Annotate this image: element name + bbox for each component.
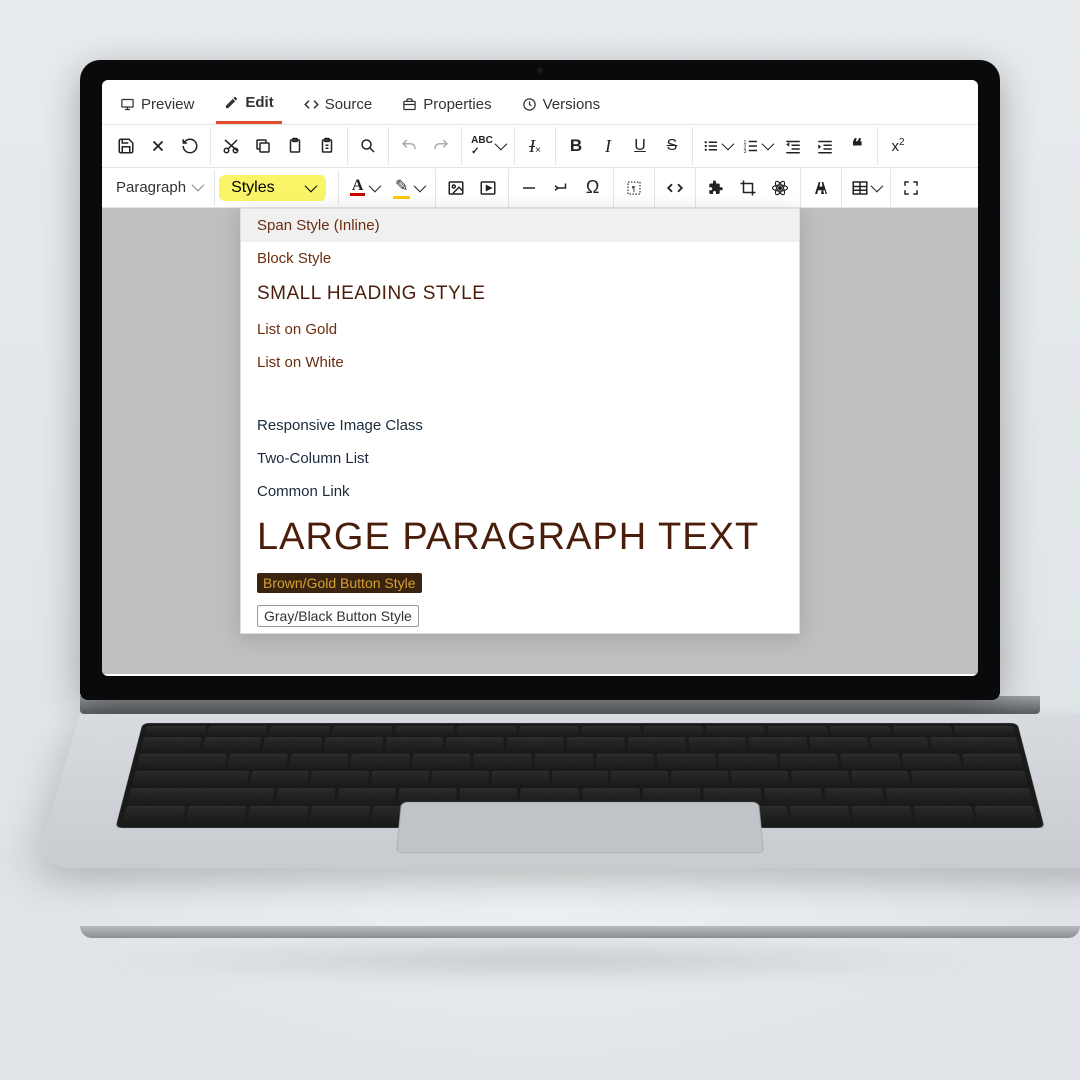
- paste-button[interactable]: [279, 130, 311, 162]
- style-option-brown-gold-button[interactable]: Brown/Gold Button Style: [241, 567, 799, 600]
- undo-button[interactable]: [393, 130, 425, 162]
- tab-label: Properties: [423, 96, 491, 113]
- indent-button[interactable]: [809, 130, 841, 162]
- find-button[interactable]: [352, 130, 384, 162]
- copy-button[interactable]: [247, 130, 279, 162]
- style-option-gray-black-button[interactable]: Gray/Black Button Style: [241, 600, 799, 633]
- image-button[interactable]: [440, 172, 472, 204]
- style-option-span-inline[interactable]: Span Style (Inline): [241, 209, 799, 242]
- crop-button[interactable]: [732, 172, 764, 204]
- highlight-button[interactable]: ✎: [387, 172, 431, 204]
- outdent-button[interactable]: [777, 130, 809, 162]
- style-option-block[interactable]: Block Style: [241, 242, 799, 275]
- source-code-button[interactable]: [659, 172, 691, 204]
- deck-front-edge: [80, 926, 1080, 938]
- laptop-shadow: [90, 940, 990, 980]
- style-option-list-gold[interactable]: List on Gold: [241, 313, 799, 346]
- spacer: [241, 379, 799, 409]
- road-button[interactable]: [805, 172, 837, 204]
- pencil-icon: [224, 95, 239, 110]
- plugin-button[interactable]: [700, 172, 732, 204]
- save-button[interactable]: [110, 130, 142, 162]
- paste-text-button[interactable]: [311, 130, 343, 162]
- keyboard-deck: [34, 714, 1080, 868]
- clear-format-button[interactable]: I×: [519, 130, 551, 162]
- code-icon: [304, 97, 319, 112]
- screen: Preview Edit Source Properties Versions: [102, 80, 978, 676]
- specialchar-button[interactable]: Ω: [577, 172, 609, 204]
- select-all-button[interactable]: ¶: [618, 172, 650, 204]
- trackpad: [396, 802, 764, 853]
- styles-dropdown[interactable]: Styles: [219, 175, 326, 201]
- tab-properties[interactable]: Properties: [394, 88, 499, 124]
- table-button[interactable]: [846, 172, 886, 204]
- fullscreen-button[interactable]: [895, 172, 927, 204]
- tab-label: Versions: [543, 96, 601, 113]
- chevron-down-icon: [305, 183, 314, 192]
- label: Gray/Black Button Style: [257, 605, 419, 627]
- toolbar-row-2: Paragraph Styles A ✎: [102, 168, 978, 208]
- underline-button[interactable]: U: [624, 130, 656, 162]
- paragraph-format-dropdown[interactable]: Paragraph: [106, 170, 215, 205]
- camera-notch: [470, 60, 610, 80]
- dropdown-label: Paragraph: [116, 179, 186, 196]
- svg-text:¶: ¶: [631, 184, 635, 193]
- atom-button[interactable]: [764, 172, 796, 204]
- strike-button[interactable]: S: [656, 130, 688, 162]
- video-button[interactable]: [472, 172, 504, 204]
- tab-source[interactable]: Source: [296, 88, 381, 124]
- number-list-button[interactable]: 123: [737, 130, 777, 162]
- hr-button[interactable]: [513, 172, 545, 204]
- history-icon: [522, 97, 537, 112]
- style-option-common-link[interactable]: Common Link: [241, 475, 799, 508]
- bold-button[interactable]: B: [560, 130, 592, 162]
- tab-edit[interactable]: Edit: [216, 88, 281, 124]
- dropdown-label: Styles: [231, 179, 275, 197]
- cut-button[interactable]: [215, 130, 247, 162]
- linebreak-button[interactable]: [545, 172, 577, 204]
- tab-versions[interactable]: Versions: [514, 88, 609, 124]
- history-button[interactable]: [174, 130, 206, 162]
- svg-text:3: 3: [744, 149, 747, 155]
- text-color-button[interactable]: A: [343, 172, 387, 204]
- blockquote-button[interactable]: ❝: [841, 130, 873, 162]
- tab-label: Preview: [141, 96, 194, 113]
- label: Brown/Gold Button Style: [257, 573, 422, 593]
- bullet-list-button[interactable]: [697, 130, 737, 162]
- editor-canvas[interactable]: Span Style (Inline) Block Style SMALL HE…: [102, 208, 978, 674]
- redo-button[interactable]: [425, 130, 457, 162]
- tab-label: Source: [325, 96, 373, 113]
- style-option-small-heading[interactable]: SMALL HEADING STYLE: [241, 275, 799, 313]
- superscript-button[interactable]: x2: [882, 130, 914, 162]
- tab-label: Edit: [245, 94, 273, 111]
- spellcheck-button[interactable]: ABC✓: [466, 130, 510, 162]
- style-option-responsive-img[interactable]: Responsive Image Class: [241, 409, 799, 442]
- laptop-mockup: Preview Edit Source Properties Versions: [80, 60, 1000, 938]
- mode-tabs: Preview Edit Source Properties Versions: [102, 80, 978, 125]
- style-option-large-paragraph[interactable]: LARGE PARAGRAPH TEXT: [241, 508, 799, 567]
- styles-dropdown-panel: Span Style (Inline) Block Style SMALL HE…: [240, 208, 800, 634]
- italic-button[interactable]: I: [592, 130, 624, 162]
- screen-bezel: Preview Edit Source Properties Versions: [80, 60, 1000, 700]
- chevron-down-icon: [192, 182, 204, 194]
- monitor-icon: [120, 97, 135, 112]
- style-option-list-white[interactable]: List on White: [241, 346, 799, 379]
- toolbar-row-1: ABC✓ I× B I U S 123 ❝: [102, 125, 978, 168]
- style-option-two-col[interactable]: Two-Column List: [241, 442, 799, 475]
- cancel-button[interactable]: [142, 130, 174, 162]
- briefcase-icon: [402, 97, 417, 112]
- tab-preview[interactable]: Preview: [112, 88, 202, 124]
